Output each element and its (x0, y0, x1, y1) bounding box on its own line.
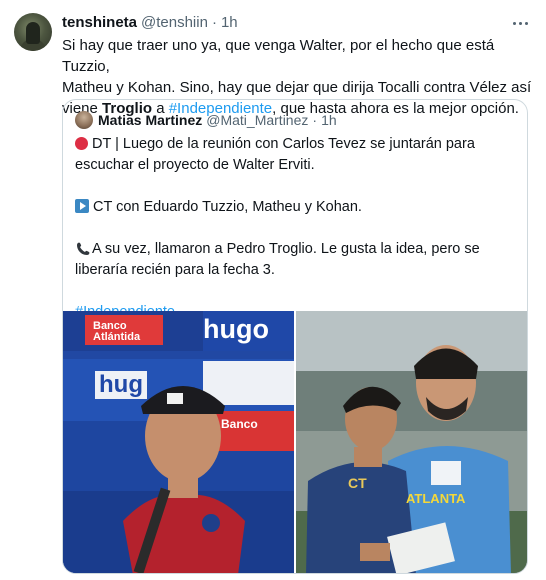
quoted-paragraph-3: A su vez, llamaron a Pedro Troglio. Le g… (75, 239, 517, 281)
separator: · (211, 14, 217, 31)
quoted-paragraph-1: DT | Luego de la reunión con Carlos Teve… (75, 134, 517, 176)
media-grid: Banco Atlántida hugo hug Banco CT ATLANT… (63, 311, 527, 573)
author-avatar[interactable] (14, 13, 52, 51)
quoted-author-handle[interactable]: @Mati_Martinez (206, 112, 308, 128)
sponsor-banner-text: Banco Atlántida (93, 320, 141, 343)
quoted-text: DT | Luego de la reunión con Carlos Teve… (75, 136, 475, 173)
more-options-icon[interactable] (510, 13, 530, 33)
photo-coaches-training[interactable]: CT ATLANTA (296, 311, 527, 573)
quoted-text: A su vez, llamaron a Pedro Troglio. Le g… (75, 241, 480, 278)
tweet-text-line: Matheu y Kohan. Sino, hay que dejar que … (62, 79, 532, 96)
shirt-text: CT (348, 475, 367, 491)
quoted-text: CT con Eduardo Tuzzio, Matheu y Kohan. (93, 199, 362, 215)
author-handle[interactable]: @tenshiin (141, 13, 208, 33)
quoted-tweet[interactable]: Matias Martinez @Mati_Martinez · 1h DT |… (62, 99, 528, 574)
tweet-text-line: Si hay que traer uno ya, que venga Walte… (62, 37, 495, 75)
quoted-paragraph-2: CT con Eduardo Tuzzio, Matheu y Kohan. (75, 197, 517, 218)
quoted-author-avatar[interactable] (75, 111, 93, 129)
photo-coach-press-conference[interactable]: Banco Atlántida hugo hug Banco (63, 311, 294, 573)
quoted-tweet-text: DT | Luego de la reunión con Carlos Teve… (75, 134, 517, 323)
quoted-author-name[interactable]: Matias Martinez (98, 112, 202, 128)
telephone-icon (77, 242, 90, 255)
sponsor-logo-text: hug (95, 371, 147, 399)
sponsor-logo-text: hugo (203, 314, 269, 344)
play-button-icon (75, 199, 89, 213)
timestamp[interactable]: 1h (221, 13, 238, 33)
shirt-text: ATLANTA (406, 491, 466, 506)
author-name[interactable]: tenshineta (62, 13, 137, 33)
red-circle-icon (75, 137, 88, 150)
tweet[interactable]: tenshineta @tenshiin · 1h Si hay que tra… (0, 0, 546, 580)
quoted-tweet-header: Matias Martinez @Mati_Martinez · 1h (75, 110, 337, 130)
sponsor-banner-text: Banco (221, 417, 258, 431)
quoted-timestamp[interactable]: 1h (321, 112, 337, 128)
separator: · (312, 112, 318, 128)
tweet-header: tenshineta @tenshiin · 1h (62, 13, 530, 33)
